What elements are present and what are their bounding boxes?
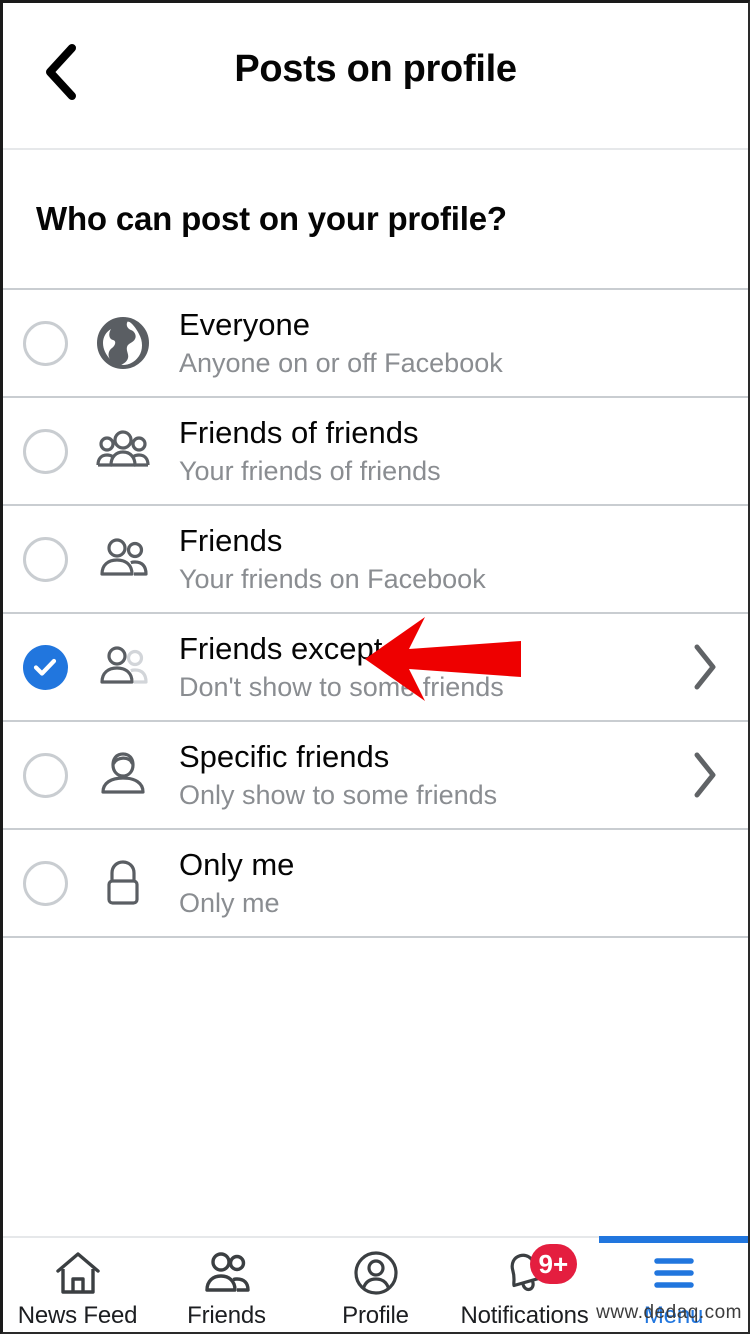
tab-news-feed[interactable]: News Feed: [3, 1238, 152, 1332]
radio-only-me[interactable]: [3, 860, 87, 906]
option-title: Friends of friends: [179, 415, 419, 451]
two-people-icon: [87, 531, 159, 587]
chevron-right-icon: [694, 752, 716, 798]
option-row-friends-of-friends[interactable]: Friends of friends Your friends of frien…: [3, 398, 748, 506]
option-subtitle: Your friends on Facebook: [179, 563, 486, 594]
radio-circle-selected: [22, 644, 68, 690]
tab-label: Friends: [187, 1302, 266, 1329]
tab-label: News Feed: [17, 1302, 138, 1329]
option-subtitle: Don't show to some friends: [179, 671, 504, 702]
notifications-badge: 9+: [529, 1244, 578, 1284]
question-section: Who can post on your profile?: [3, 150, 748, 290]
check-icon: [33, 658, 57, 676]
people-group-icon: [87, 423, 159, 479]
tab-friends[interactable]: Friends: [152, 1238, 301, 1332]
bell-icon: 9+: [502, 1244, 578, 1296]
radio-circle: [22, 860, 68, 906]
option-row-specific-friends[interactable]: Specific friends Only show to some frien…: [3, 722, 748, 830]
tab-label: Profile: [342, 1302, 409, 1329]
tab-profile[interactable]: Profile: [301, 1238, 450, 1332]
radio-specific-friends[interactable]: [3, 752, 87, 798]
option-labels: Friends except... Don't show to some fri…: [159, 631, 662, 703]
watermark: www.dedaq.com: [596, 1302, 742, 1323]
radio-circle: [22, 428, 68, 474]
app-screen: Posts on profile Who can post on your pr…: [0, 0, 750, 1334]
option-subtitle: Only show to some friends: [179, 779, 498, 810]
radio-friends-except[interactable]: [3, 644, 87, 690]
option-labels: Friends Your friends on Facebook: [159, 523, 662, 595]
option-row-everyone[interactable]: Everyone Anyone on or off Facebook: [3, 290, 748, 398]
option-title: Only me: [179, 847, 295, 883]
option-title: Friends except...: [179, 631, 409, 667]
option-labels: Everyone Anyone on or off Facebook: [159, 307, 662, 379]
option-subtitle: Only me: [179, 887, 280, 918]
page-title: Posts on profile: [234, 48, 517, 90]
radio-circle: [22, 752, 68, 798]
option-labels: Only me Only me: [159, 847, 662, 919]
option-row-only-me[interactable]: Only me Only me: [3, 830, 748, 938]
tab-label: Notifications: [460, 1302, 589, 1329]
profile-circle-icon: [353, 1250, 399, 1296]
chevron-right-icon: [694, 644, 716, 690]
two-people-faded-icon: [87, 639, 159, 695]
lock-icon: [87, 855, 159, 911]
active-tab-indicator: [599, 1236, 748, 1243]
radio-everyone[interactable]: [3, 320, 87, 366]
option-labels: Specific friends Only show to some frien…: [159, 739, 662, 811]
option-row-friends-except[interactable]: Friends except... Don't show to some fri…: [3, 614, 748, 722]
row-chevron-friends-except[interactable]: [662, 642, 748, 692]
radio-circle: [22, 536, 68, 582]
radio-circle: [22, 320, 68, 366]
option-title: Everyone: [179, 307, 310, 343]
option-subtitle: Anyone on or off Facebook: [179, 347, 503, 378]
hamburger-icon: [651, 1250, 697, 1296]
page-header: Posts on profile: [3, 3, 748, 150]
home-icon: [55, 1250, 101, 1296]
option-subtitle: Your friends of friends: [179, 455, 441, 486]
radio-friends-of-friends[interactable]: [3, 428, 87, 474]
globe-icon: [87, 315, 159, 371]
privacy-options-list: Everyone Anyone on or off Facebook Frien…: [3, 290, 748, 938]
tab-notifications[interactable]: 9+ Notifications: [450, 1238, 599, 1332]
friends-icon: [202, 1250, 252, 1296]
option-title: Specific friends: [179, 739, 390, 775]
person-icon: [87, 747, 159, 803]
row-chevron-specific-friends[interactable]: [662, 750, 748, 800]
radio-friends[interactable]: [3, 536, 87, 582]
option-row-friends[interactable]: Friends Your friends on Facebook: [3, 506, 748, 614]
option-labels: Friends of friends Your friends of frien…: [159, 415, 662, 487]
option-title: Friends: [179, 523, 283, 559]
question-label: Who can post on your profile?: [36, 200, 507, 237]
